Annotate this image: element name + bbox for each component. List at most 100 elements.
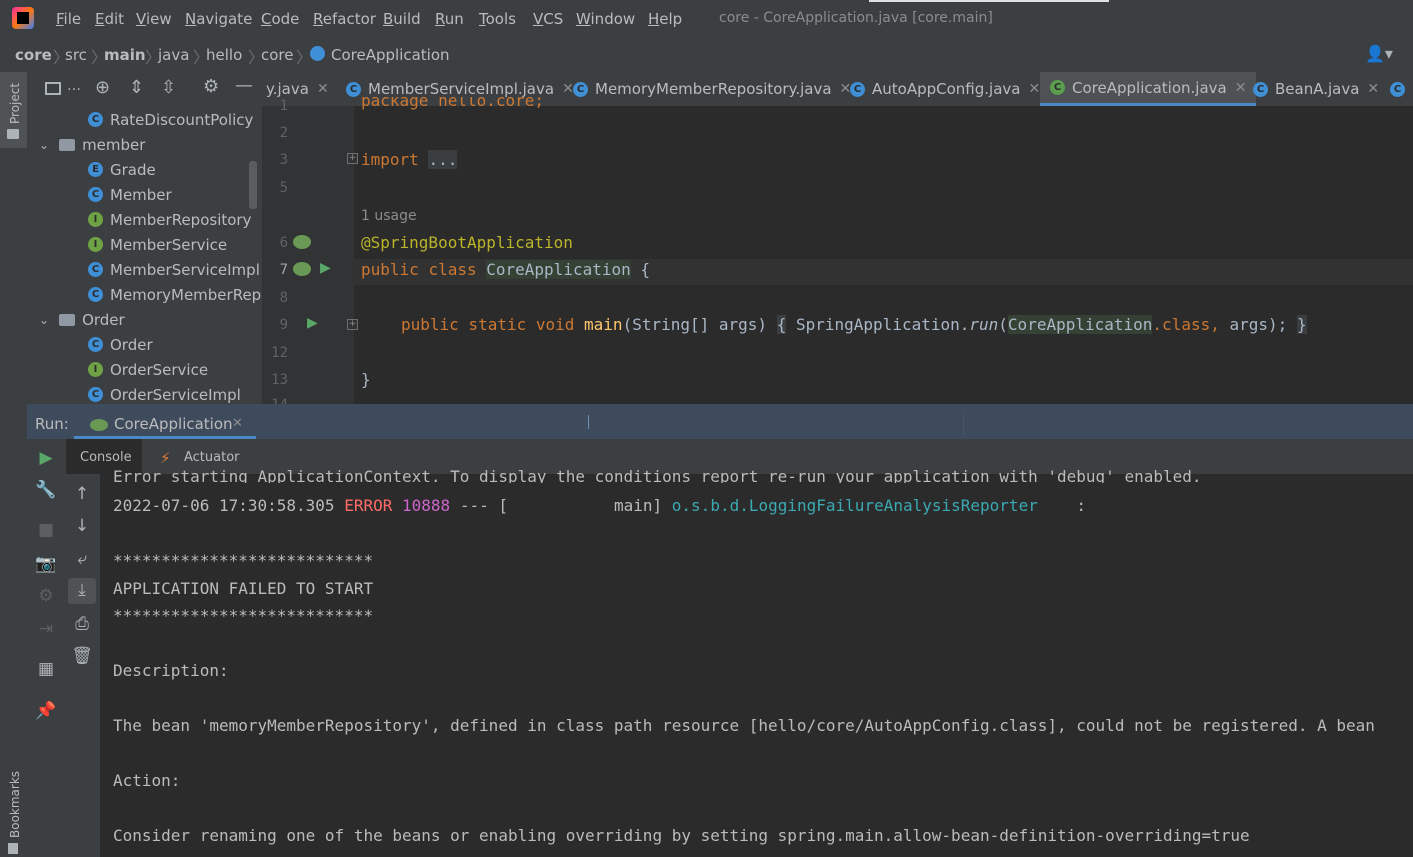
breadcrumb-core[interactable]: core — [15, 46, 52, 64]
fold-expand-icon[interactable]: + — [347, 319, 358, 330]
close-icon[interactable]: ✕ — [1028, 81, 1040, 97]
code-line-import: import ... — [361, 150, 458, 169]
tab-console-label[interactable]: Console — [80, 450, 132, 465]
arrow-up-icon[interactable]: ↑ — [69, 484, 95, 504]
spring-boot-class-icon: C — [1050, 80, 1065, 95]
header-divider — [963, 410, 964, 435]
breadcrumb-java[interactable]: java — [158, 46, 189, 64]
chevron-down-icon[interactable]: ⌄ — [39, 313, 49, 327]
tree-item[interactable]: E Grade — [88, 157, 156, 182]
class-icon: C — [850, 81, 865, 97]
menu-view[interactable]: View — [136, 10, 172, 28]
tree-folder[interactable]: ⌄ Order — [39, 307, 125, 332]
code-editor[interactable] — [354, 106, 1413, 404]
tree-item[interactable]: C Member — [88, 182, 172, 207]
layout-icon[interactable]: ▦ — [33, 659, 59, 679]
tree-item[interactable]: C OrderServiceImpl — [88, 382, 241, 404]
code-line-close: } — [361, 370, 371, 389]
chevron-down-icon[interactable]: ⌄ — [39, 138, 49, 152]
tab-actuator-label[interactable]: Actuator — [184, 450, 240, 465]
rerun-icon[interactable]: ▶ — [33, 448, 59, 468]
breadcrumb-current-class[interactable]: CoreApplication — [331, 46, 450, 64]
breadcrumb-core-package[interactable]: core — [261, 46, 294, 64]
spring-boot-run-icon — [90, 419, 108, 431]
wrench-icon[interactable]: 🔧 — [33, 480, 59, 500]
tree-item[interactable]: C MemberServiceImpl — [88, 257, 260, 282]
tree-item[interactable]: C Order — [88, 332, 153, 357]
camera-icon[interactable]: 📷 — [33, 554, 59, 574]
arrow-down-icon[interactable]: ↓ — [69, 516, 95, 536]
menu-file[interactable]: File — [56, 10, 81, 28]
package-folder-icon — [59, 138, 76, 151]
close-icon[interactable]: ✕ — [317, 81, 329, 97]
spring-bean-gutter-icon[interactable] — [293, 262, 311, 276]
menu-build[interactable]: Build — [383, 10, 421, 28]
class-icon: C — [1253, 81, 1268, 97]
user-account-icon[interactable]: 👤▾ — [1365, 44, 1393, 63]
intellij-logo-icon[interactable] — [12, 7, 34, 29]
hide-panel-icon[interactable]: — — [235, 75, 253, 96]
menu-edit[interactable]: Edit — [95, 10, 124, 28]
tree-folder[interactable]: ⌄ member — [39, 132, 145, 157]
console-line: Description: — [113, 661, 229, 680]
project-tool-label[interactable]: Project — [8, 83, 22, 124]
tree-scrollbar[interactable] — [249, 161, 257, 209]
project-view-icon[interactable] — [45, 82, 61, 95]
tab-memorymemberrepository[interactable]: C MemoryMemberRepository.java ✕ — [573, 72, 851, 106]
menu-code[interactable]: Code — [261, 10, 299, 28]
scroll-to-end-icon[interactable]: ⤓ — [69, 580, 95, 600]
expand-all-icon[interactable]: ⇕ — [129, 77, 144, 98]
soft-wrap-icon[interactable]: ⤶ — [69, 549, 95, 569]
breadcrumb-hello[interactable]: hello — [206, 46, 242, 64]
settings-disabled-icon[interactable]: ⚙ — [33, 586, 59, 606]
menu-vcs[interactable]: VCS — [533, 10, 563, 28]
breadcrumb-main[interactable]: main — [104, 46, 146, 64]
close-icon[interactable]: ✕ — [1367, 81, 1379, 97]
tree-item[interactable]: C RateDiscountPolicy — [88, 107, 253, 132]
tab-overflow[interactable]: C — [1390, 72, 1412, 106]
close-icon[interactable]: ✕ — [1235, 80, 1247, 96]
bookmarks-tool-label[interactable]: Bookmarks — [8, 771, 22, 838]
menu-window[interactable]: Window — [576, 10, 635, 28]
breadcrumb-src[interactable]: src — [65, 46, 87, 64]
tab-autoappconfig[interactable]: C AutoAppConfig.java ✕ — [850, 72, 1040, 106]
view-dropdown-icon[interactable]: … — [67, 78, 81, 94]
code-line-class: public class CoreApplication { — [361, 260, 651, 279]
folded-imports[interactable]: ... — [428, 150, 458, 169]
run-gutter-icon[interactable]: ▶ — [320, 260, 331, 276]
locate-icon[interactable]: ⊕ — [95, 77, 110, 98]
class-icon: C — [88, 387, 103, 402]
interface-icon: I — [88, 212, 103, 227]
console-output[interactable] — [100, 474, 1413, 857]
spring-bean-gutter-icon[interactable] — [293, 235, 311, 249]
tab-beana[interactable]: C BeanA.java ✕ — [1253, 72, 1379, 106]
menu-refactor[interactable]: Refactor — [313, 10, 376, 28]
menu-navigate[interactable]: Navigate — [185, 10, 252, 28]
tree-item[interactable]: I OrderService — [88, 357, 208, 382]
trash-icon[interactable]: 🗑 — [69, 646, 95, 666]
fold-expand-icon[interactable]: + — [347, 153, 358, 164]
interface-icon: I — [88, 362, 103, 377]
collapse-all-icon[interactable]: ⇳ — [161, 77, 176, 98]
run-config-name[interactable]: CoreApplication — [114, 415, 233, 433]
pin-icon[interactable]: 📌 — [33, 701, 59, 721]
menu-run[interactable]: Run — [435, 10, 464, 28]
menu-tools[interactable]: Tools — [479, 10, 516, 28]
login-icon[interactable]: ⇥ — [33, 619, 59, 639]
menu-help[interactable]: Help — [648, 10, 682, 28]
run-toolbar-primary: ▶ 🔧 ■ 📷 ⚙ ⇥ ▦ 📌 — [27, 439, 66, 857]
run-gutter-icon[interactable]: ▶ — [307, 315, 318, 331]
line-number: 8 — [279, 290, 288, 306]
print-icon[interactable]: ⎙ — [69, 614, 95, 634]
tab-coreapplication[interactable]: C CoreApplication.java ✕ — [1040, 72, 1257, 106]
close-icon[interactable]: ✕ — [232, 416, 243, 431]
bookmark-icon — [8, 843, 18, 854]
gear-icon[interactable]: ⚙ — [203, 76, 219, 97]
stop-icon[interactable]: ■ — [33, 520, 59, 540]
tree-item[interactable]: C MemoryMemberRepos — [88, 282, 262, 307]
console-line: *************************** — [113, 551, 374, 570]
tree-item[interactable]: I MemberRepository — [88, 207, 251, 232]
usage-hint[interactable]: 1 usage — [361, 208, 417, 224]
tree-item[interactable]: I MemberService — [88, 232, 227, 257]
line-number: 7 — [279, 262, 288, 278]
